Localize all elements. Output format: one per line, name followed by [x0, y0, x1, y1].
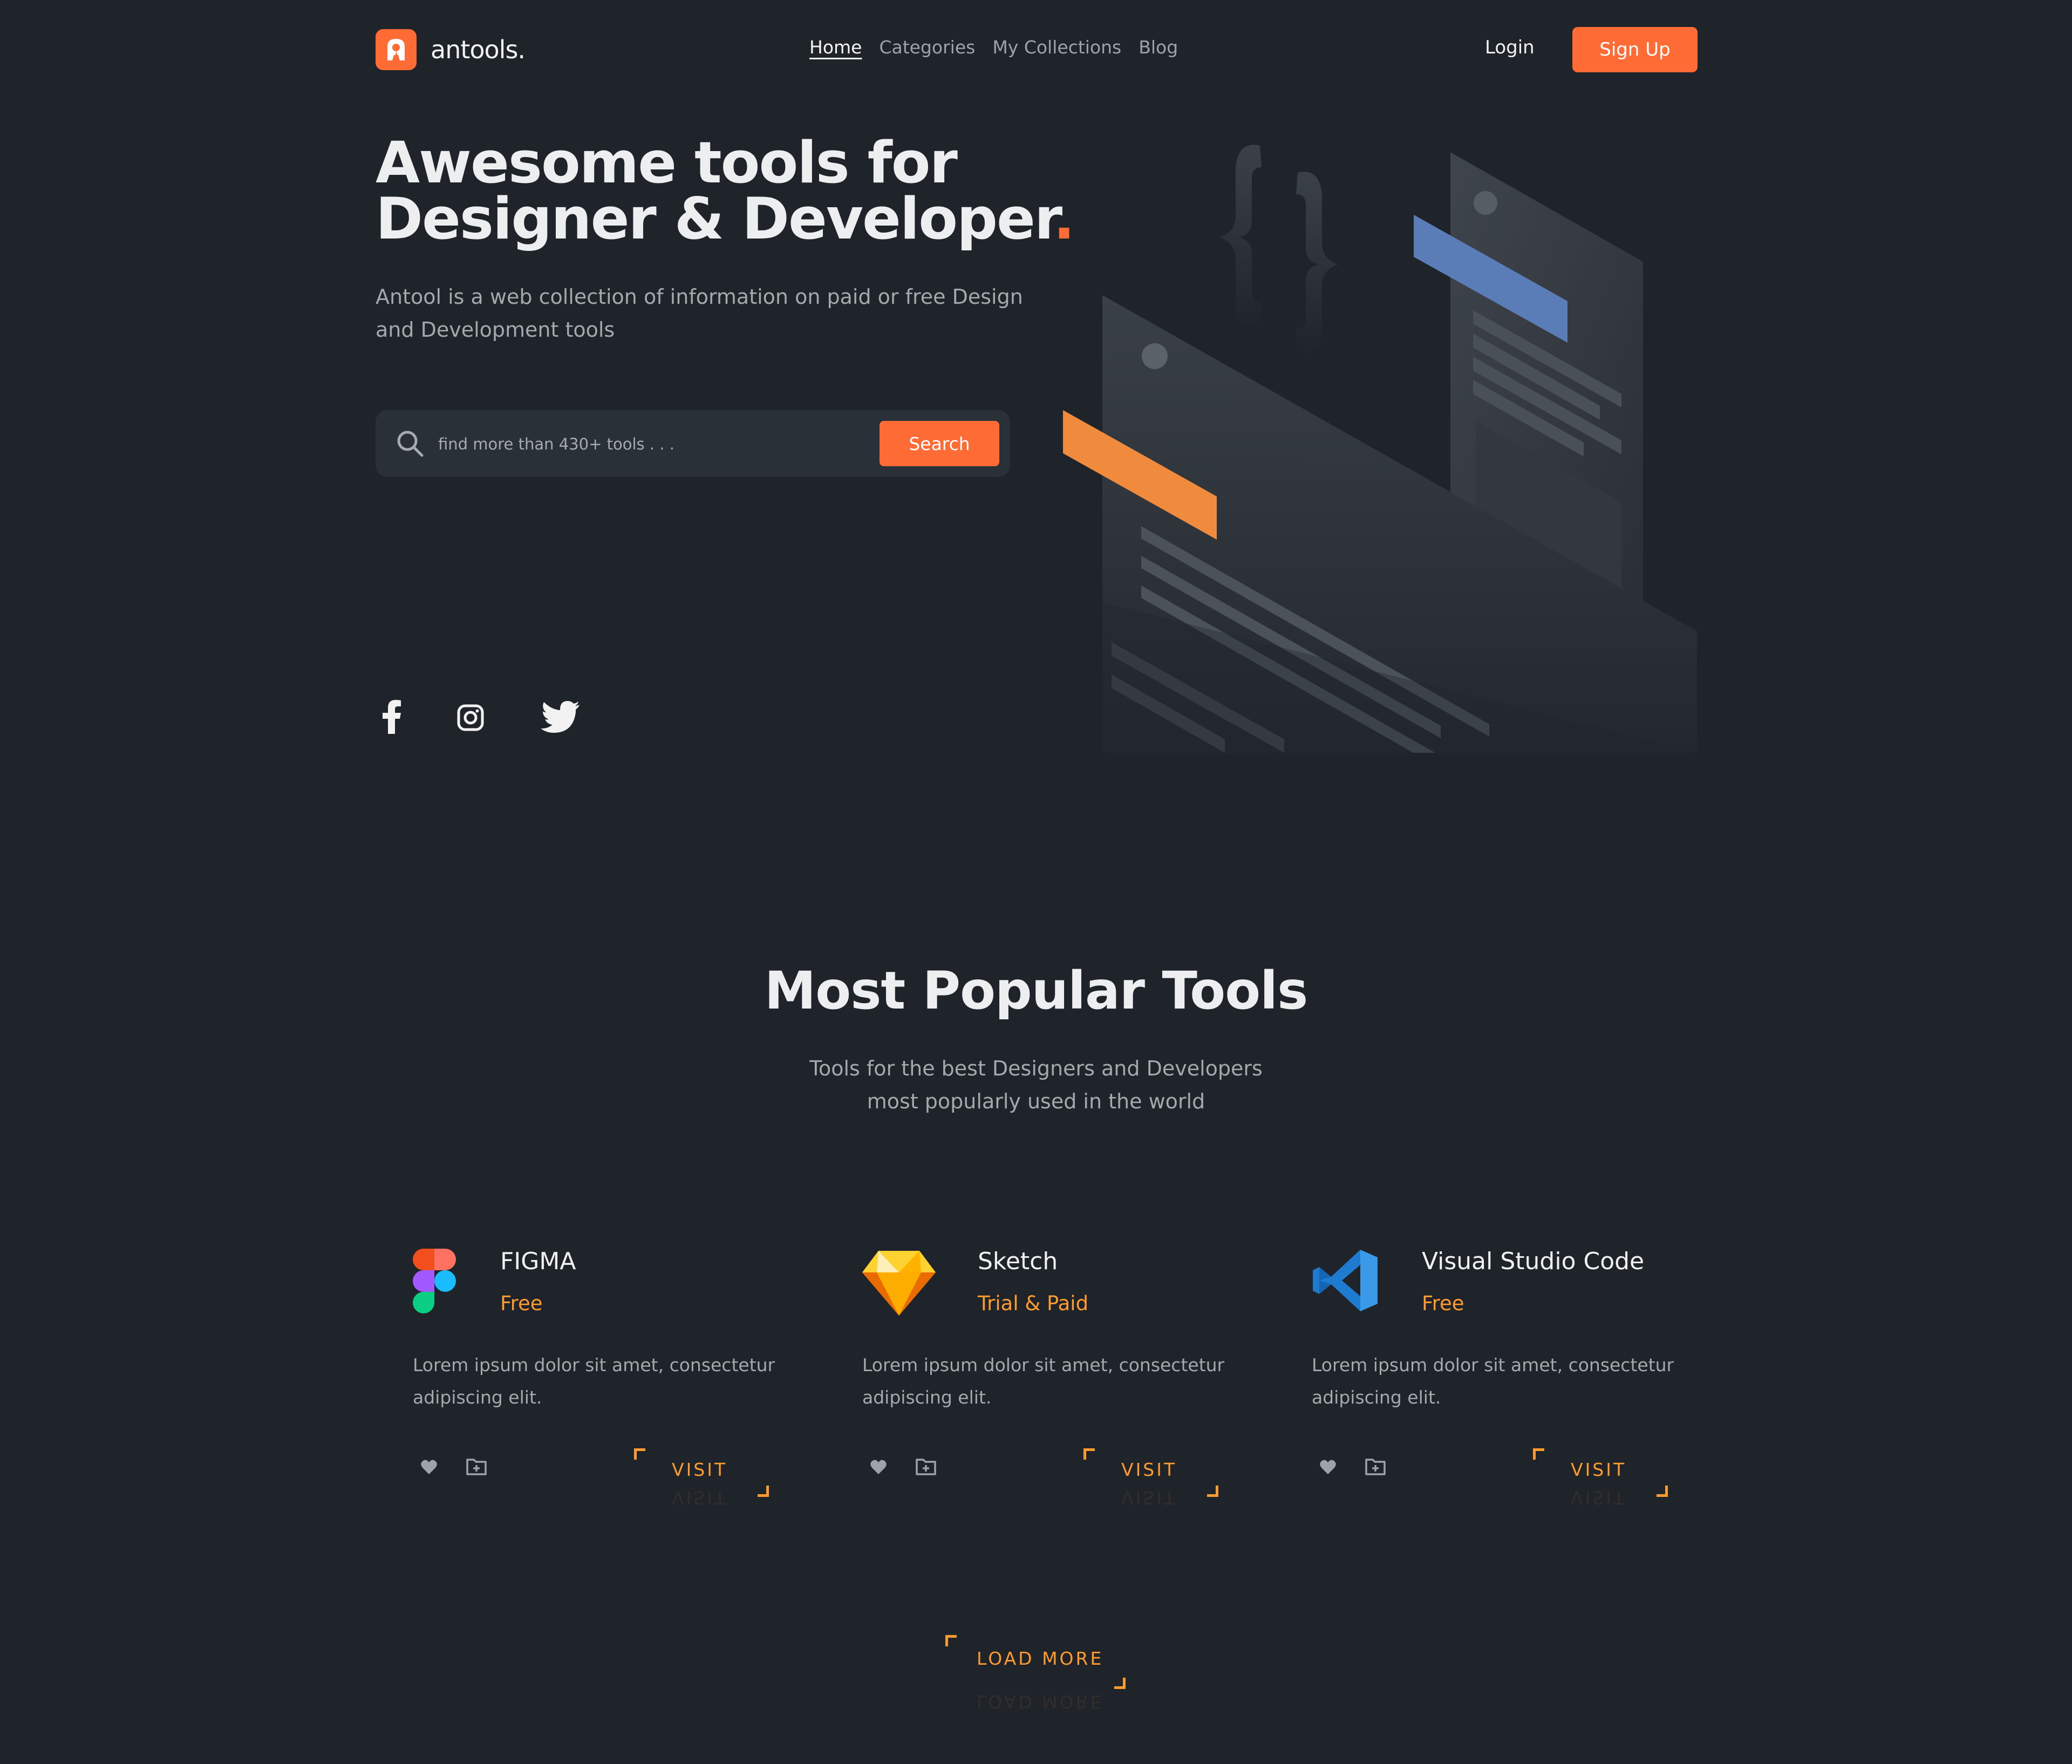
nav-home[interactable]: Home — [809, 37, 862, 58]
corner-decoration — [1207, 1486, 1218, 1497]
visit-button[interactable]: VISIT VISIT — [634, 1448, 769, 1508]
search-icon — [395, 428, 425, 461]
search-bar: Search — [376, 410, 1010, 477]
tool-name: FIGMA — [500, 1248, 576, 1275]
load-more-button[interactable]: LOAD MORE LOAD MORE — [945, 1635, 1126, 1712]
section-subtitle-line2: most popularly used in the world — [867, 1089, 1205, 1113]
tool-name: Visual Studio Code — [1422, 1248, 1645, 1275]
corner-decoration — [945, 1635, 957, 1646]
tool-card-vscode: Visual Studio Code Free Lorem ipsum dolo… — [1312, 1241, 1700, 1522]
facebook-icon[interactable] — [381, 699, 403, 736]
main-nav: Home Categories My Collections Blog — [809, 37, 1178, 58]
section-subtitle: Tools for the best Designers and Develop… — [755, 1052, 1317, 1118]
corner-decoration — [634, 1448, 645, 1460]
tool-card-sketch: Sketch Trial & Paid Lorem ipsum dolor si… — [862, 1241, 1251, 1522]
search-button[interactable]: Search — [880, 421, 999, 466]
hero-title-line2: Designer & Developer — [376, 186, 1054, 252]
antools-logo-icon — [376, 29, 417, 70]
hero-title: Awesome tools for Designer & Developer. — [376, 134, 1077, 248]
brand-name: antools. — [431, 35, 526, 64]
add-to-collection-icon[interactable] — [915, 1457, 937, 1479]
heart-icon[interactable] — [1319, 1459, 1337, 1477]
hero-subtitle: Antool is a web collection of informatio… — [376, 285, 1023, 342]
tool-name: Sketch — [978, 1248, 1058, 1275]
instagram-icon[interactable] — [456, 704, 485, 734]
heart-icon[interactable] — [420, 1459, 438, 1477]
corner-decoration — [1083, 1448, 1095, 1460]
nav-my-collections[interactable]: My Collections — [992, 37, 1121, 58]
corner-decoration — [1533, 1448, 1544, 1460]
add-to-collection-icon[interactable] — [1365, 1457, 1386, 1479]
signup-button[interactable]: Sign Up — [1572, 27, 1698, 72]
load-more-reflection: LOAD MORE — [977, 1691, 1104, 1712]
tool-card-figma: FIGMA Free Lorem ipsum dolor sit amet, c… — [413, 1241, 801, 1522]
add-to-collection-icon[interactable] — [466, 1457, 487, 1479]
corner-decoration — [1114, 1678, 1126, 1689]
visit-button[interactable]: VISIT VISIT — [1533, 1448, 1668, 1508]
sketch-logo-icon — [862, 1249, 936, 1318]
tool-price: Free — [1422, 1292, 1464, 1315]
figma-logo-icon — [413, 1249, 456, 1316]
section-title: Most Popular Tools — [764, 961, 1308, 1021]
visit-reflection: VISIT — [1571, 1487, 1627, 1508]
load-more-label: LOAD MORE — [977, 1648, 1104, 1669]
tool-description: Lorem ipsum dolor sit amet, consectetur … — [413, 1354, 775, 1408]
tool-description: Lorem ipsum dolor sit amet, consectetur … — [1312, 1354, 1674, 1408]
login-link[interactable]: Login — [1485, 37, 1535, 58]
search-input[interactable] — [437, 431, 860, 458]
visit-reflection: VISIT — [672, 1487, 728, 1508]
corner-decoration — [1657, 1486, 1668, 1497]
tool-price: Trial & Paid — [978, 1292, 1089, 1315]
tool-description: Lorem ipsum dolor sit amet, consectetur … — [862, 1354, 1225, 1408]
visit-label: VISIT — [672, 1459, 728, 1480]
hero-illustration — [1063, 145, 1697, 753]
nav-blog[interactable]: Blog — [1139, 37, 1178, 58]
twitter-icon[interactable] — [541, 700, 581, 736]
visit-reflection: VISIT — [1121, 1487, 1177, 1508]
section-subtitle-line1: Tools for the best Designers and Develop… — [809, 1057, 1263, 1080]
tool-price: Free — [500, 1292, 543, 1315]
nav-categories[interactable]: Categories — [879, 37, 975, 58]
visit-label: VISIT — [1121, 1459, 1177, 1480]
visit-button[interactable]: VISIT VISIT — [1083, 1448, 1218, 1508]
vscode-logo-icon — [1312, 1249, 1379, 1315]
heart-icon[interactable] — [870, 1459, 887, 1477]
brand-logo[interactable]: antools. — [376, 29, 526, 70]
visit-label: VISIT — [1571, 1459, 1627, 1480]
corner-decoration — [758, 1486, 769, 1497]
